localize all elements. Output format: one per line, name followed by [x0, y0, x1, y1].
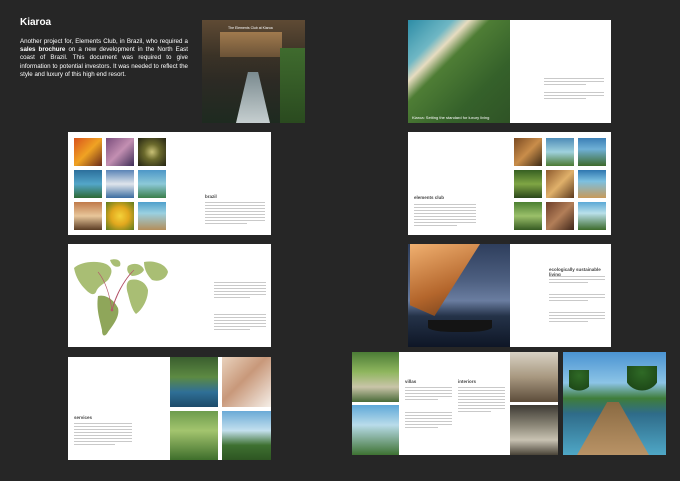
map-asia [144, 261, 168, 281]
beach-caption: Kiaroa: Setting the standard for luxury … [412, 115, 490, 120]
elements-club-body-text [414, 204, 476, 228]
cover-photo: The Elements Club at Kiaroa [202, 20, 305, 123]
services-heading: services [74, 415, 93, 420]
brazil-photo-town [74, 202, 102, 230]
villas-body-text-1 [405, 387, 452, 402]
pier-photo [563, 352, 666, 455]
services-photo-massage [222, 357, 271, 407]
cover-caption: The Elements Club at Kiaroa [228, 26, 273, 30]
description-text-start: Another project for, Elements Club, in B… [20, 38, 188, 45]
brazil-body-text [205, 202, 265, 226]
club-photo-lounge [546, 170, 574, 198]
map-north-america [74, 261, 112, 295]
sustainable-body-text-1 [549, 276, 605, 285]
cover-garden-wall [280, 48, 305, 123]
villas-body-text-2 [405, 412, 452, 430]
map-spread [68, 244, 271, 347]
sustainable-spread: ecologically sustainable living [408, 244, 611, 347]
interiors-photo-terrace [510, 405, 558, 455]
services-photo-yoga [170, 411, 218, 460]
interiors-body-text [458, 387, 505, 414]
villas-photo-resort [352, 352, 399, 402]
cover-corridor-floor [236, 72, 270, 123]
map-body-text-1 [214, 282, 266, 300]
villas-interiors-spread: villas interiors [352, 352, 558, 455]
club-photo-garden [514, 202, 542, 230]
beach-spread: Kiaroa: Setting the standard for luxury … [408, 20, 611, 123]
club-photo-palms [514, 170, 542, 198]
boat-hull [428, 320, 492, 332]
beach-aerial-photo [408, 20, 510, 123]
map-south-america [97, 295, 119, 336]
map-body-text-2 [214, 314, 266, 332]
sail-shape [410, 244, 480, 316]
club-photo-room [546, 202, 574, 230]
brazil-photo-palm-sea [74, 170, 102, 198]
club-photo-pool [546, 138, 574, 166]
brazil-photo-pool [138, 170, 166, 198]
sustainable-body-text-3 [549, 312, 605, 324]
services-photo-pool [170, 357, 218, 407]
brazil-photo-starfruit [106, 202, 134, 230]
services-body-text [74, 423, 132, 447]
services-photo-palms [222, 411, 271, 460]
description-emphasis: sales brochure [20, 46, 66, 54]
services-spread: services [68, 357, 271, 460]
brazil-photo-sail [106, 170, 134, 198]
pier-palm-left [569, 370, 589, 398]
brazil-photo-flowers [74, 138, 102, 166]
pier-palm-right [627, 366, 657, 398]
elements-club-heading: elements club [414, 195, 445, 200]
beach-body-text [544, 78, 604, 101]
club-photo-dining [514, 138, 542, 166]
map-location-marker [110, 308, 114, 312]
cover-corridor-ceiling [220, 32, 282, 57]
elements-club-spread: elements club [408, 132, 611, 235]
sustainable-body-text-2 [549, 294, 605, 303]
project-title: Kiaroa [20, 17, 52, 28]
project-description: Another project for, Elements Club, in B… [20, 38, 188, 79]
brazil-spread: brazil [68, 132, 271, 235]
interiors-photo-living [510, 352, 558, 402]
villas-photo-palms [352, 405, 399, 455]
brazil-heading: brazil [205, 194, 217, 199]
map-greenland [110, 259, 121, 267]
club-photo-resort [578, 170, 606, 198]
brazil-photo-coast [138, 202, 166, 230]
world-map-graphic [74, 259, 168, 336]
villas-heading: villas [405, 379, 417, 384]
brazil-photo-people [106, 138, 134, 166]
club-photo-villa [578, 138, 606, 166]
brazil-photo-cave [138, 138, 166, 166]
map-africa [126, 279, 148, 314]
interiors-heading: interiors [458, 379, 477, 384]
pier-deck [577, 402, 649, 455]
club-photo-beach [578, 202, 606, 230]
sailboat-sunset-photo [408, 244, 510, 347]
